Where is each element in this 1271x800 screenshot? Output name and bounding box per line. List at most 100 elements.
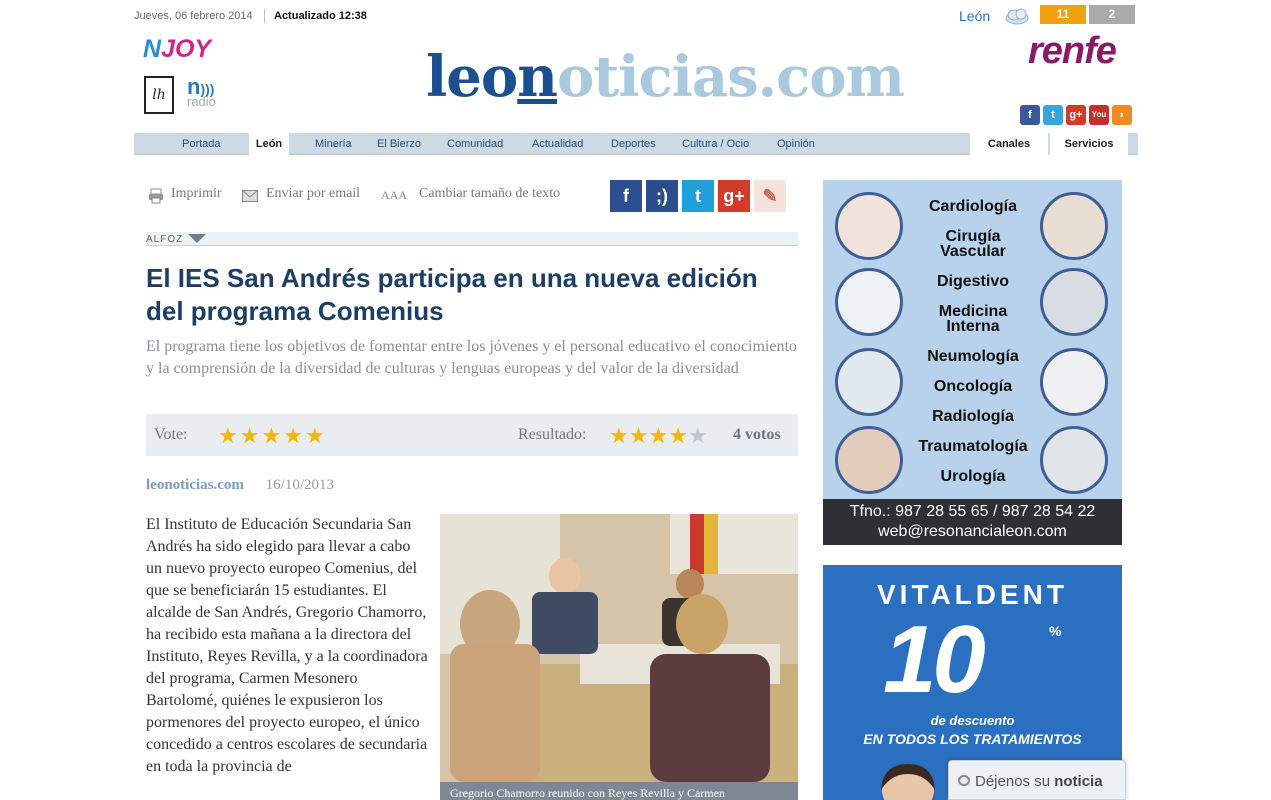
nav-item-mineria[interactable]: Minería xyxy=(315,133,352,155)
specialty-item: Cirugía Vascular xyxy=(940,228,1006,260)
star-icon[interactable]: ★ xyxy=(261,423,283,448)
site-logo-part1: leo xyxy=(426,44,518,110)
ad-phone: Tfno.: 987 28 55 65 / 987 28 54 22 xyxy=(849,503,1096,520)
temperature-high: 11 xyxy=(1040,5,1086,24)
meneame-icon[interactable]: ;) xyxy=(646,180,678,212)
nradio-logo[interactable]: n))) radio xyxy=(187,74,216,109)
article-body: El Instituto de Educación Secundaria San… xyxy=(146,516,428,775)
star-icon: ★ xyxy=(609,423,629,448)
star-icon: ★ xyxy=(628,423,649,448)
current-date: Jueves, 06 febrero 2014 xyxy=(134,10,253,22)
text-size-link[interactable]: Cambiar tamaño de texto xyxy=(419,186,560,202)
article-tools: Imprimir Enviar por email AAA Cambiar ta… xyxy=(146,186,566,206)
nav-item-el-bierzo[interactable]: El Bierzo xyxy=(377,133,421,155)
meeting-photo xyxy=(440,514,798,782)
nradio-logo-label: radio xyxy=(187,94,216,109)
specialty-item: Radiología xyxy=(932,408,1014,425)
rating-bar: Vote: ★★★★★ Resultado: ★★★★★ 4 votos xyxy=(146,414,798,456)
weather-city[interactable]: León xyxy=(959,8,990,24)
chevron-down-icon[interactable] xyxy=(188,234,206,243)
njoy-logo[interactable]: NJOY xyxy=(143,35,211,64)
twitter-icon[interactable]: t xyxy=(682,180,714,212)
nav-item-leon[interactable]: León xyxy=(249,133,289,155)
rss-icon[interactable]: ◗ xyxy=(1112,105,1132,125)
njoy-logo-n: N xyxy=(143,35,162,63)
percent-sign: % xyxy=(1049,623,1062,639)
oncology-image xyxy=(1040,348,1108,416)
vascular-image xyxy=(1040,192,1108,260)
facebook-icon[interactable]: f xyxy=(1020,105,1040,125)
youtube-icon[interactable]: You xyxy=(1089,105,1109,125)
internal-medicine-image xyxy=(1040,268,1108,336)
site-logo-part2: n xyxy=(517,44,558,110)
nav-item-opinion[interactable]: Opinión xyxy=(777,133,815,155)
specialty-item: Oncología xyxy=(933,378,1013,395)
article-subhead: El programa tiene los objetivos de fomen… xyxy=(146,338,797,377)
nav-item-servicios[interactable]: Servicios xyxy=(1050,133,1128,155)
nav-item-portada[interactable]: Portada xyxy=(182,133,221,155)
specialty-item: Medicina Interna xyxy=(938,303,1008,335)
feedback-highlight: noticia xyxy=(1054,773,1103,790)
nav-item-cultura-ocio[interactable]: Cultura / Ocio xyxy=(682,133,749,155)
nav-item-deportes[interactable]: Deportes xyxy=(611,133,656,155)
trauma-image xyxy=(835,426,903,494)
star-icon[interactable]: ★ xyxy=(240,423,262,448)
ad-web: web@resonancialeon.com xyxy=(878,523,1067,540)
divider xyxy=(264,9,265,23)
pneumology-image xyxy=(835,348,903,416)
result-stars: ★★★★★ xyxy=(609,423,708,449)
photo-caption: Gregorio Chamorro reunido con Reyes Revi… xyxy=(440,782,798,800)
top-bar: Jueves, 06 febrero 2014 Actualizado 12:3… xyxy=(134,5,1135,28)
article-headline: El IES San Andrés participa en una nueva… xyxy=(146,263,758,326)
star-icon: ★ xyxy=(687,423,708,448)
ad-person-image xyxy=(881,764,935,800)
site-logo[interactable]: leonoticias.com xyxy=(426,44,905,110)
feedback-tab[interactable]: Déjenos su noticia xyxy=(948,760,1126,800)
twitter-icon[interactable]: t xyxy=(1043,105,1063,125)
digestive-image xyxy=(835,268,903,336)
section-bar: ALFOZ xyxy=(146,232,798,246)
share-buttons: f ;) t g+ ✎ xyxy=(610,180,786,212)
nav-item-actualidad[interactable]: Actualidad xyxy=(532,133,583,155)
main-nav: Portada León Minería El Bierzo Comunidad… xyxy=(134,133,1138,155)
byline: leonoticias.com 16/10/2013 xyxy=(146,477,334,494)
star-icon: ★ xyxy=(648,423,669,448)
google-plus-icon[interactable]: g+ xyxy=(1066,105,1086,125)
last-updated: Actualizado 12:38 xyxy=(274,10,367,22)
ad-contact: Tfno.: 987 28 55 65 / 987 28 54 22 web@r… xyxy=(823,499,1122,545)
email-link[interactable]: Enviar por email xyxy=(266,186,360,202)
article-source[interactable]: leonoticias.com xyxy=(146,477,244,493)
result-label: Resultado: xyxy=(518,426,587,443)
vote-label: Vote: xyxy=(154,426,188,443)
section-label[interactable]: ALFOZ xyxy=(146,234,183,245)
specialty-item: Urología xyxy=(940,468,1006,485)
vote-count: 4 votos xyxy=(733,426,781,443)
tuenti-icon[interactable]: ✎ xyxy=(754,180,786,212)
specialty-item: Cardiología xyxy=(928,198,1017,215)
discount-percent: 10 xyxy=(883,606,986,713)
nav-item-canales[interactable]: Canales xyxy=(970,133,1048,155)
google-plus-icon[interactable]: g+ xyxy=(718,180,750,212)
article-date: 16/10/2013 xyxy=(265,477,334,493)
discount-line1: de descuento xyxy=(930,713,1015,728)
ad-resonancia[interactable]: Cardiología Cirugía Vascular Digestivo M… xyxy=(823,180,1122,545)
social-links: f t g+ You ◗ xyxy=(1020,105,1132,125)
text-size-icon: AAA xyxy=(381,188,407,202)
lh-logo[interactable]: lh xyxy=(144,76,174,114)
discount-line2: EN TODOS LOS TRATAMIENTOS xyxy=(863,731,1082,747)
radiology-image xyxy=(1040,426,1108,494)
email-icon xyxy=(242,190,258,202)
print-link[interactable]: Imprimir xyxy=(171,186,222,202)
specialty-item: Digestivo xyxy=(936,273,1009,290)
vote-stars[interactable]: ★★★★★ xyxy=(218,423,327,449)
star-icon: ★ xyxy=(668,423,688,448)
specialty-item: Traumatología xyxy=(918,438,1028,455)
star-icon[interactable]: ★ xyxy=(283,423,305,448)
cloud-icon xyxy=(1005,8,1029,25)
article-photo[interactable] xyxy=(440,514,798,782)
renfe-logo[interactable]: renfe xyxy=(1028,30,1117,73)
star-icon[interactable]: ★ xyxy=(305,423,327,448)
facebook-icon[interactable]: f xyxy=(610,180,642,212)
nav-item-comunidad[interactable]: Comunidad xyxy=(447,133,503,155)
star-icon[interactable]: ★ xyxy=(218,423,240,448)
